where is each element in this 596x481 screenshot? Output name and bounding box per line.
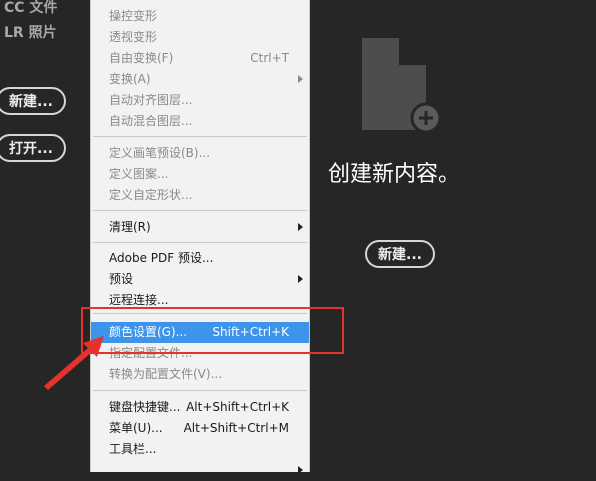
- chevron-right-icon: [298, 223, 303, 231]
- menu-item-shortcut: Ctrl+T: [250, 51, 289, 65]
- menu-separator: [93, 242, 307, 243]
- menu-item-keyboard-shortcuts[interactable]: 键盘快捷键... Alt+Shift+Ctrl+K: [91, 397, 309, 418]
- menu-item-shortcut: Alt+Shift+Ctrl+K: [186, 400, 289, 414]
- menu-item-label: 菜单(U)...: [109, 421, 163, 435]
- menu-separator: [93, 210, 307, 211]
- menu-item-transform[interactable]: 变换(A): [91, 69, 309, 90]
- menu-item-define-custom-shape[interactable]: 定义自定形状...: [91, 185, 309, 206]
- menu-separator: [93, 390, 307, 391]
- menu-item-auto-align-layers[interactable]: 自动对齐图层...: [91, 90, 309, 111]
- menu-item-label: 自由变换(F): [109, 51, 174, 65]
- menu-item-label: 定义自定形状...: [109, 188, 193, 202]
- menu-item-menus[interactable]: 菜单(U)... Alt+Shift+Ctrl+M: [91, 418, 309, 439]
- annotation-highlight-box: [81, 307, 344, 354]
- menu-item-label: 清理(R): [109, 220, 151, 234]
- menu-item-cutoff-bottom: [91, 460, 309, 481]
- new-button[interactable]: 新建...: [0, 87, 66, 115]
- menu-item-label: 自动混合图层...: [109, 114, 193, 128]
- open-button[interactable]: 打开...: [0, 134, 66, 162]
- menu-item-adobe-pdf-presets[interactable]: Adobe PDF 预设...: [91, 248, 309, 269]
- empty-state-title: 创建新内容。: [328, 162, 461, 187]
- chevron-right-icon: [298, 466, 303, 474]
- menu-item-toolbar[interactable]: 工具栏...: [91, 439, 309, 460]
- empty-state-new-button[interactable]: 新建...: [365, 240, 435, 268]
- sidebar-item-cc-files[interactable]: CC 文件: [4, 0, 57, 17]
- new-document-icon: [362, 38, 440, 132]
- menu-item-auto-blend-layers[interactable]: 自动混合图层...: [91, 111, 309, 132]
- menu-item-presets[interactable]: 预设: [91, 269, 309, 290]
- menu-item-label: 定义图案...: [109, 167, 169, 181]
- menu-item-define-pattern[interactable]: 定义图案...: [91, 164, 309, 185]
- menu-item-label: 定义画笔预设(B)...: [109, 146, 211, 160]
- menu-item-free-transform[interactable]: 自由变换(F) Ctrl+T: [91, 48, 309, 69]
- menu-item-label: 自动对齐图层...: [109, 93, 193, 107]
- menu-item-label: 工具栏...: [109, 442, 157, 456]
- menu-item-define-brush-preset[interactable]: 定义画笔预设(B)...: [91, 143, 309, 164]
- menu-item-label: 键盘快捷键...: [109, 400, 181, 414]
- menu-item-shortcut: Alt+Shift+Ctrl+M: [183, 421, 289, 435]
- edit-dropdown-menu: 操控变形 透视变形 自由变换(F) Ctrl+T 变换(A) 自动对齐图层...…: [90, 0, 310, 474]
- menu-item-label: 透视变形: [109, 30, 158, 44]
- sidebar-item-lr-photos[interactable]: LR 照片: [4, 24, 57, 42]
- chevron-right-icon: [298, 75, 303, 83]
- chevron-right-icon: [298, 275, 303, 283]
- menu-item-label: 预设: [109, 272, 134, 286]
- menu-item-puppet-warp[interactable]: 操控变形: [91, 6, 309, 27]
- menu-item-label: 变换(A): [109, 72, 151, 86]
- menu-separator: [93, 136, 307, 137]
- menu-item-perspective-warp[interactable]: 透视变形: [91, 27, 309, 48]
- menu-item-label: 操控变形: [109, 9, 158, 23]
- menu-item-label: Adobe PDF 预设...: [109, 251, 214, 265]
- menu-item-convert-to-profile[interactable]: 转换为配置文件(V)...: [91, 364, 309, 385]
- menu-item-purge[interactable]: 清理(R): [91, 217, 309, 238]
- annotation-arrow-icon: [44, 336, 104, 390]
- menu-item-label: 转换为配置文件(V)...: [109, 367, 223, 381]
